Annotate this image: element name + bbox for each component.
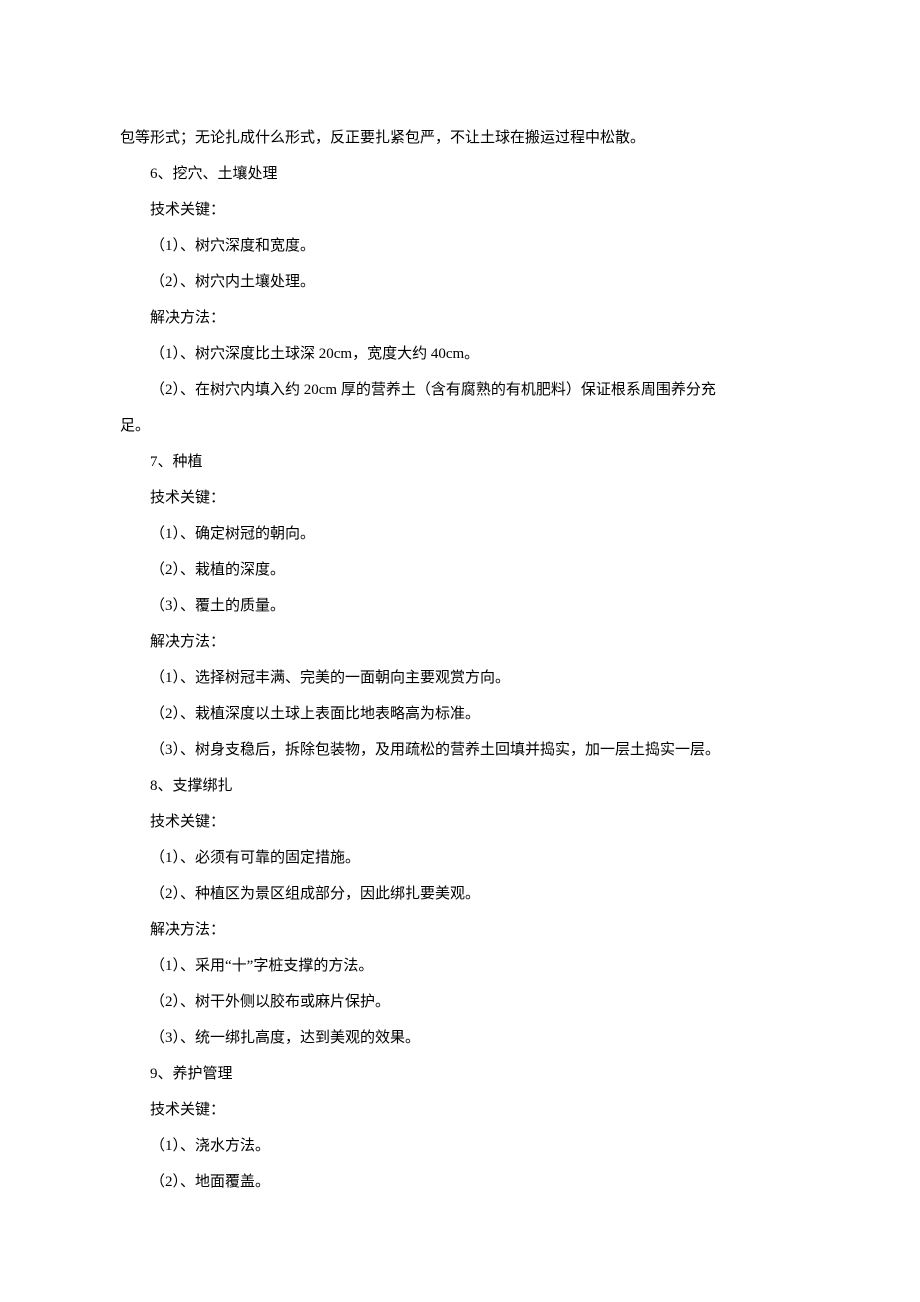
list-item: （3）、树身支稳后，拆除包装物，及用疏松的营养土回填并捣实，加一层土捣实一层。: [120, 732, 800, 768]
text-line: 解决方法：: [120, 912, 800, 948]
text-line: 解决方法：: [120, 300, 800, 336]
text-line: 解决方法：: [120, 624, 800, 660]
section-heading: 9、养护管理: [120, 1056, 800, 1092]
list-item: （2）、种植区为景区组成部分，因此绑扎要美观。: [120, 876, 800, 912]
list-item: （2）、树穴内土壤处理。: [120, 264, 800, 300]
document-body: 包等形式；无论扎成什么形式，反正要扎紧包严，不让土球在搬运过程中松散。 6、挖穴…: [120, 120, 800, 1200]
list-item: （2）、地面覆盖。: [120, 1164, 800, 1200]
list-item: （2）、在树穴内填入约 20cm 厚的营养土（含有腐熟的有机肥料）保证根系周围养…: [120, 372, 800, 408]
text-line: 足。: [120, 408, 800, 444]
list-item: （3）、覆土的质量。: [120, 588, 800, 624]
list-item: （1）、选择树冠丰满、完美的一面朝向主要观赏方向。: [120, 660, 800, 696]
text-line: 技术关键：: [120, 1092, 800, 1128]
list-item: （1）、树穴深度和宽度。: [120, 228, 800, 264]
section-heading: 8、支撑绑扎: [120, 768, 800, 804]
list-item: （1）、确定树冠的朝向。: [120, 516, 800, 552]
text-line: 技术关键：: [120, 804, 800, 840]
list-item: （1）、树穴深度比土球深 20cm，宽度大约 40cm。: [120, 336, 800, 372]
list-item: （1）、浇水方法。: [120, 1128, 800, 1164]
list-item: （1）、必须有可靠的固定措施。: [120, 840, 800, 876]
list-item: （1）、采用“十”字桩支撑的方法。: [120, 948, 800, 984]
list-item: （2）、栽植的深度。: [120, 552, 800, 588]
text-line: 技术关键：: [120, 192, 800, 228]
section-heading: 6、挖穴、土壤处理: [120, 156, 800, 192]
text-line: 包等形式；无论扎成什么形式，反正要扎紧包严，不让土球在搬运过程中松散。: [120, 120, 800, 156]
list-item: （3）、统一绑扎高度，达到美观的效果。: [120, 1020, 800, 1056]
list-item: （2）、树干外侧以胶布或麻片保护。: [120, 984, 800, 1020]
text-line: 技术关键：: [120, 480, 800, 516]
list-item: （2）、栽植深度以土球上表面比地表略高为标准。: [120, 696, 800, 732]
section-heading: 7、种植: [120, 444, 800, 480]
